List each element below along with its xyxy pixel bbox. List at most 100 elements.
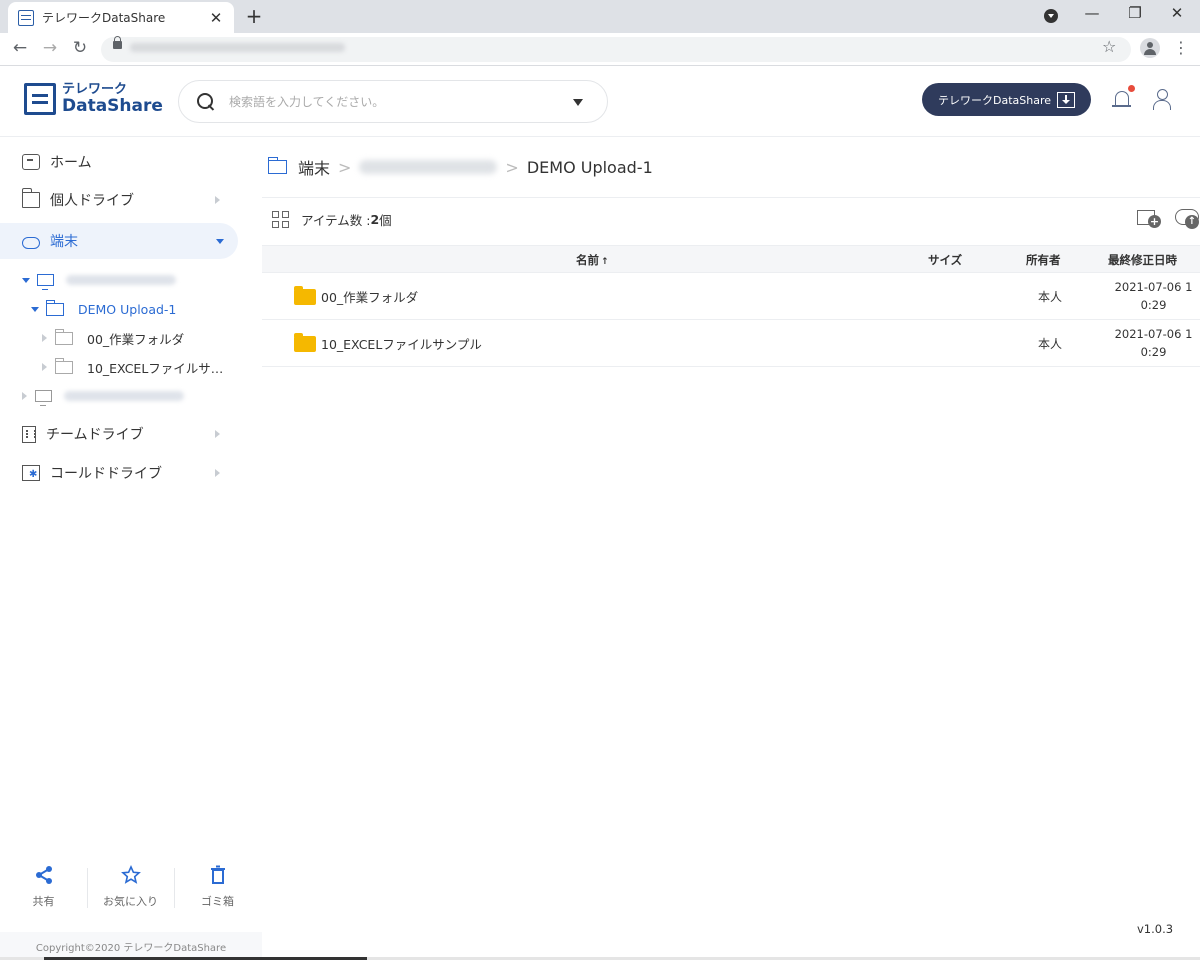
- browser-menu-icon[interactable]: ⋮: [1173, 38, 1189, 57]
- cold-storage-icon: [22, 465, 40, 481]
- tree-folder-label: DEMO Upload-1: [78, 301, 177, 317]
- restore-button[interactable]: ❐: [1124, 4, 1146, 22]
- expand-arrow-icon[interactable]: [215, 469, 220, 477]
- tree-folder-sub1[interactable]: 00_作業フォルダ: [42, 326, 184, 350]
- tree-folder-sub2[interactable]: 10_EXCELファイルサ…: [42, 355, 223, 379]
- device-name-redacted: [66, 275, 176, 285]
- logo-mark-icon: [24, 83, 56, 115]
- sidebar-item-label: 端末: [50, 234, 78, 250]
- breadcrumb-current: DEMO Upload-1: [526, 157, 653, 177]
- trash-button[interactable]: ゴミ箱: [174, 862, 261, 922]
- home-icon: [22, 154, 40, 170]
- tree-device-1[interactable]: [22, 268, 176, 292]
- collapse-arrow-icon[interactable]: [216, 239, 224, 244]
- building-icon: [22, 425, 36, 443]
- logo-text-top: テレワーク: [62, 82, 128, 97]
- tree-toggle-icon[interactable]: [22, 392, 27, 400]
- grid-view-icon[interactable]: [272, 210, 290, 229]
- owner-cell: 本人: [1038, 337, 1063, 351]
- modified-cell: 2021-07-06 1 0:29: [1114, 280, 1193, 312]
- sidebar-bottom-tools: 共有 お気に入り ゴミ箱: [0, 862, 262, 922]
- device-name-redacted: [64, 391, 184, 401]
- cloud-icon: [22, 236, 40, 249]
- sidebar-item-cold-drive[interactable]: コールドドライブ: [0, 455, 238, 491]
- file-name-cell[interactable]: 10_EXCELファイルサンプル: [294, 332, 482, 353]
- tree-toggle-icon[interactable]: [22, 277, 30, 283]
- file-name-cell[interactable]: 00_作業フォルダ: [294, 285, 419, 306]
- browser-tab[interactable]: テレワークDataShare ✕: [8, 2, 234, 33]
- breadcrumb-root[interactable]: 端末: [298, 155, 330, 179]
- datashare-logo[interactable]: テレワーク DataShare: [24, 83, 163, 115]
- browser-profile-icon[interactable]: [1044, 9, 1058, 23]
- expand-arrow-icon[interactable]: [215, 430, 220, 438]
- favorites-button[interactable]: お気に入り: [87, 862, 174, 922]
- download-icon: [1057, 91, 1075, 108]
- share-button[interactable]: 共有: [0, 862, 87, 922]
- sidebar-item-personal-drive[interactable]: 個人ドライブ: [0, 182, 238, 218]
- breadcrumb-separator-icon: >: [338, 157, 352, 177]
- sidebar-item-label: 個人ドライブ: [50, 193, 134, 209]
- favorites-label: お気に入り: [103, 895, 158, 908]
- account-icon[interactable]: [1140, 38, 1160, 58]
- column-modified-header[interactable]: 最終修正日時: [1108, 252, 1177, 268]
- star-icon: [120, 862, 141, 888]
- folder-icon: [294, 332, 316, 352]
- search-icon[interactable]: [197, 92, 215, 111]
- file-table: 名前 ↑ サイズ 所有者 最終修正日時 00_作業フォルダ 本人 2021-07-…: [262, 245, 1200, 367]
- computer-icon: [35, 390, 52, 406]
- sidebar: ホーム 個人ドライブ 端末 DEMO Upload-1 00_作業フォルダ 10…: [0, 137, 262, 960]
- file-name: 10_EXCELファイルサンプル: [321, 337, 482, 352]
- sort-ascending-icon: ↑: [601, 257, 609, 267]
- bell-icon[interactable]: [1112, 89, 1132, 111]
- owner-cell: 本人: [1038, 290, 1063, 304]
- table-header: 名前 ↑ サイズ 所有者 最終修正日時: [262, 245, 1200, 273]
- window-close-button[interactable]: ✕: [1166, 4, 1188, 22]
- share-label: 共有: [32, 895, 55, 908]
- search-options-dropdown-icon[interactable]: [573, 99, 583, 106]
- expand-arrow-icon[interactable]: [215, 196, 220, 204]
- folder-icon: [54, 328, 73, 345]
- folder-icon: [294, 285, 316, 305]
- app-header: テレワーク DataShare テレワークDataShare: [0, 67, 1200, 137]
- file-name: 00_作業フォルダ: [321, 290, 419, 305]
- tab-close-icon[interactable]: ✕: [208, 9, 224, 27]
- datashare-favicon-icon: [18, 9, 34, 26]
- tree-folder-demo-upload[interactable]: DEMO Upload-1: [31, 297, 176, 321]
- breadcrumb-device-redacted[interactable]: [359, 160, 498, 174]
- logo-text-bottom: DataShare: [62, 96, 163, 116]
- breadcrumb: 端末 > > DEMO Upload-1: [267, 155, 653, 179]
- minimize-button[interactable]: —: [1081, 4, 1103, 22]
- item-toolbar: アイテム数 : 2 個: [272, 210, 392, 229]
- tree-toggle-icon[interactable]: [42, 363, 47, 371]
- bookmark-star-icon[interactable]: ☆: [1102, 37, 1116, 56]
- user-icon[interactable]: [1152, 89, 1172, 111]
- search-input[interactable]: [229, 94, 549, 109]
- search-box[interactable]: [178, 80, 608, 123]
- folder-icon: [54, 357, 73, 374]
- table-row[interactable]: 00_作業フォルダ 本人 2021-07-06 1 0:29: [262, 273, 1200, 320]
- forward-button[interactable]: →: [39, 38, 61, 58]
- sidebar-item-team-drive[interactable]: チームドライブ: [0, 416, 238, 452]
- computer-icon: [37, 274, 54, 290]
- copyright: Copyright©2020 テレワークDataShare: [0, 932, 262, 960]
- new-folder-icon[interactable]: [1137, 207, 1161, 229]
- browser-tab-strip: テレワークDataShare ✕ + — ❐ ✕: [0, 0, 1200, 33]
- divider: [262, 197, 1200, 198]
- tree-device-2[interactable]: [22, 384, 184, 408]
- column-size-header[interactable]: サイズ: [928, 252, 962, 268]
- reload-button[interactable]: ↻: [69, 38, 91, 58]
- sidebar-item-devices[interactable]: 端末: [0, 223, 238, 259]
- sidebar-item-label: ホーム: [50, 155, 92, 171]
- version-label: v1.0.3: [1137, 922, 1174, 936]
- back-button[interactable]: ←: [9, 38, 31, 58]
- tree-toggle-icon[interactable]: [31, 306, 39, 312]
- new-tab-button[interactable]: +: [244, 4, 264, 28]
- sidebar-item-home[interactable]: ホーム: [0, 144, 238, 180]
- column-owner-header[interactable]: 所有者: [1026, 252, 1061, 268]
- tree-toggle-icon[interactable]: [42, 334, 47, 342]
- item-count: 2: [370, 212, 380, 227]
- column-name-header[interactable]: 名前 ↑: [576, 252, 609, 268]
- table-row[interactable]: 10_EXCELファイルサンプル 本人 2021-07-06 1 0:29: [262, 320, 1200, 367]
- cloud-upload-icon[interactable]: [1175, 207, 1200, 229]
- download-app-button[interactable]: テレワークDataShare: [922, 83, 1091, 116]
